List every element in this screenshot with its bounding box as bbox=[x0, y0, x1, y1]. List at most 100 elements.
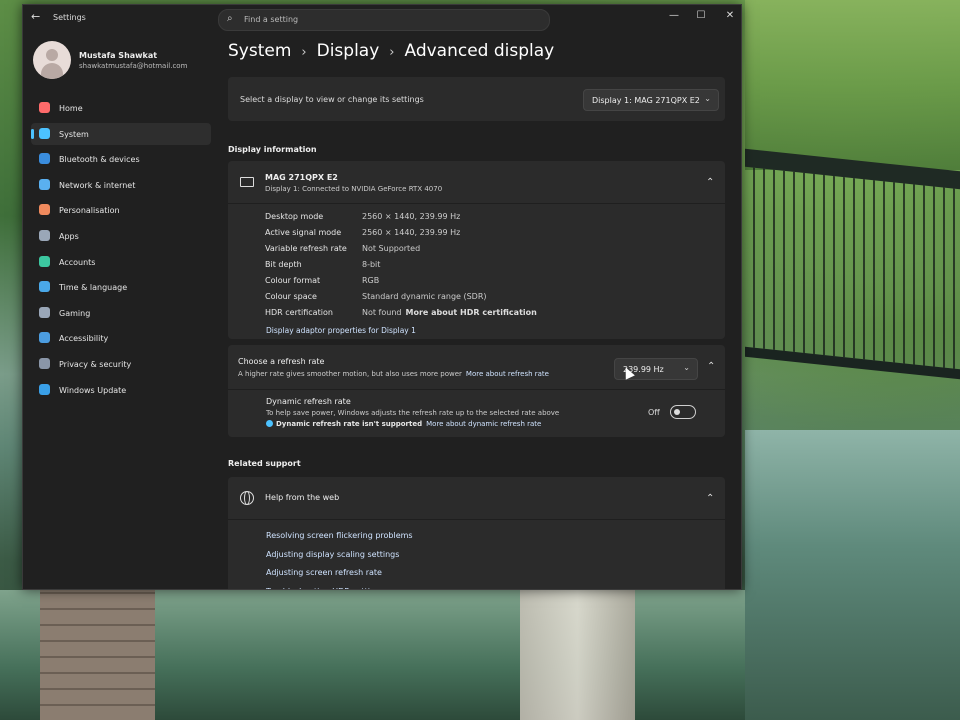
shield-icon bbox=[39, 357, 50, 369]
refresh-rate-more-link[interactable]: More about refresh rate bbox=[466, 370, 549, 378]
minimize-button[interactable]: — bbox=[667, 10, 681, 21]
chevron-up-icon[interactable]: ⌃ bbox=[707, 361, 715, 372]
dynamic-refresh-note-text: Dynamic refresh rate isn't supported bbox=[276, 420, 423, 428]
main-content: System › Display › Advanced display Select a… bbox=[228, 35, 733, 589]
info-value: Standard dynamic range (SDR) bbox=[362, 292, 487, 301]
help-link[interactable]: Adjusting display scaling settings bbox=[266, 550, 399, 559]
monitor-name: MAG 271QPX E2 bbox=[265, 173, 338, 182]
info-value: Not Supported bbox=[362, 244, 421, 253]
refresh-rate-header: Choose a refresh rate A higher rate give… bbox=[228, 345, 725, 390]
monitor-subtitle: Display 1: Connected to NVIDIA GeForce R… bbox=[265, 185, 443, 193]
network-icon bbox=[39, 178, 50, 190]
profile-email: shawkatmustafa@hotmail.com bbox=[79, 62, 188, 70]
gamepad-icon bbox=[39, 306, 50, 318]
info-value-cell: Not found More about HDR certification bbox=[362, 308, 537, 317]
display-select-value: Display 1: MAG 271QPX E2 bbox=[592, 96, 700, 105]
related-support-heading: Related support bbox=[228, 459, 301, 468]
breadcrumb-system[interactable]: System bbox=[228, 41, 291, 61]
info-value-cell: Not Supported bbox=[362, 244, 420, 253]
sidebar-item-gaming[interactable]: Gaming bbox=[31, 302, 211, 324]
background-pillar bbox=[520, 590, 635, 720]
accessibility-icon bbox=[39, 332, 50, 344]
hdr-certification-link[interactable]: More about HDR certification bbox=[406, 308, 537, 317]
search-box[interactable]: ⌕ Find a setting bbox=[218, 9, 550, 31]
select-display-label: Select a display to view or change its s… bbox=[240, 95, 424, 104]
profile-name: Mustafa Shawkat bbox=[79, 51, 158, 60]
info-value-cell: RGB bbox=[362, 276, 379, 285]
breadcrumb-display[interactable]: Display bbox=[317, 41, 380, 61]
help-link[interactable]: Resolving screen flickering problems bbox=[266, 531, 413, 540]
breadcrumb: System › Display › Advanced display bbox=[228, 41, 554, 61]
sidebar-item-label: Accessibility bbox=[59, 334, 109, 344]
brush-icon bbox=[39, 204, 50, 216]
dynamic-refresh-more-link[interactable]: More about dynamic refresh rate bbox=[426, 420, 541, 428]
sidebar-item-accessibility[interactable]: Accessibility bbox=[31, 327, 211, 349]
info-value-cell: 2560 × 1440, 239.99 Hz bbox=[362, 212, 460, 221]
chevron-up-icon[interactable]: ⌃ bbox=[706, 493, 714, 504]
back-arrow-icon[interactable]: ← bbox=[31, 10, 40, 23]
maximize-button[interactable]: ☐ bbox=[694, 10, 708, 21]
help-from-web-header[interactable]: Help from the web ⌃ bbox=[228, 477, 725, 520]
info-value: Not found bbox=[362, 308, 402, 317]
sidebar-item-label: Home bbox=[59, 104, 83, 113]
dynamic-refresh-title: Dynamic refresh rate bbox=[266, 397, 351, 406]
close-button[interactable]: ✕ bbox=[723, 10, 737, 21]
sidebar-item-windows-update[interactable]: Windows Update bbox=[31, 379, 211, 401]
title-bar: ← Settings ⌕ Find a setting — ☐ ✕ bbox=[23, 5, 741, 31]
avatar[interactable] bbox=[33, 41, 71, 79]
sidebar-item-label: Accounts bbox=[59, 257, 96, 267]
info-key: HDR certification bbox=[265, 308, 333, 317]
search-input[interactable]: Find a setting bbox=[244, 15, 298, 24]
sidebar-item-home[interactable]: Home bbox=[31, 97, 211, 119]
globe-clock-icon bbox=[39, 281, 50, 293]
display-information-card: MAG 271QPX E2 Display 1: Connected to NV… bbox=[228, 161, 725, 339]
sidebar-item-label: Privacy & security bbox=[59, 359, 132, 369]
help-from-web-card: Help from the web ⌃ Resolving screen fli… bbox=[228, 477, 725, 589]
chevron-up-icon[interactable]: ⌃ bbox=[706, 177, 714, 188]
sidebar-item-time-language[interactable]: Time & language bbox=[31, 276, 211, 298]
breadcrumb-separator: › bbox=[389, 45, 395, 60]
info-value: 2560 × 1440, 239.99 Hz bbox=[362, 228, 461, 237]
sidebar-item-bluetooth-devices[interactable]: Bluetooth & devices bbox=[31, 148, 211, 170]
sidebar-nav: Home System Bluetooth & devices Network & i… bbox=[31, 97, 211, 404]
sidebar-item-network-internet[interactable]: Network & internet bbox=[31, 174, 211, 196]
refresh-rate-description-text: A higher rate gives smoother motion, but… bbox=[238, 370, 462, 378]
info-value-cell: 8-bit bbox=[362, 260, 380, 269]
sidebar-item-system[interactable]: System bbox=[31, 122, 211, 145]
display-select[interactable]: Display 1: MAG 271QPX E2 ⌄ bbox=[583, 89, 719, 111]
help-link[interactable]: Adjusting screen refresh rate bbox=[266, 568, 382, 577]
sidebar-item-label: System bbox=[59, 129, 89, 139]
sidebar-item-label: Personalisation bbox=[59, 206, 120, 216]
sidebar-item-label: Windows Update bbox=[59, 385, 127, 395]
monitor-header[interactable]: MAG 271QPX E2 Display 1: Connected to NV… bbox=[228, 161, 725, 204]
app-title: Settings bbox=[53, 13, 86, 22]
info-key: Colour format bbox=[265, 276, 321, 285]
info-key: Desktop mode bbox=[265, 212, 324, 221]
select-display-card: Select a display to view or change its s… bbox=[228, 77, 725, 121]
dynamic-refresh-toggle[interactable] bbox=[670, 405, 696, 419]
breadcrumb-separator: › bbox=[301, 45, 307, 60]
info-value: RGB bbox=[362, 276, 380, 285]
system-icon bbox=[39, 127, 50, 139]
bluetooth-icon bbox=[39, 153, 50, 165]
accounts-icon bbox=[39, 255, 50, 267]
page-title: Advanced display bbox=[404, 41, 555, 61]
chevron-down-icon: ⌄ bbox=[704, 94, 711, 103]
info-value: 2560 × 1440, 239.99 Hz bbox=[362, 212, 461, 221]
sidebar-item-privacy-security[interactable]: Privacy & security bbox=[31, 353, 211, 375]
info-key: Bit depth bbox=[265, 260, 302, 269]
home-icon bbox=[39, 102, 50, 113]
sidebar-item-accounts[interactable]: Accounts bbox=[31, 251, 211, 273]
dynamic-refresh-toggle-label: Off bbox=[648, 408, 660, 417]
sidebar-item-personalisation[interactable]: Personalisation bbox=[31, 199, 211, 221]
info-dot-icon bbox=[266, 420, 273, 427]
avatar-body-shape bbox=[41, 63, 63, 79]
help-link[interactable]: Troubleshooting HDR settings bbox=[266, 587, 384, 590]
update-icon bbox=[39, 383, 50, 395]
sidebar-item-label: Bluetooth & devices bbox=[59, 155, 140, 165]
background-brick-wall bbox=[40, 590, 155, 720]
sidebar-item-apps[interactable]: Apps bbox=[31, 225, 211, 247]
dynamic-refresh-description: To help save power, Windows adjusts the … bbox=[266, 409, 560, 417]
adaptor-properties-link[interactable]: Display adaptor properties for Display 1 bbox=[266, 326, 416, 335]
sidebar-item-label: Time & language bbox=[59, 283, 128, 293]
